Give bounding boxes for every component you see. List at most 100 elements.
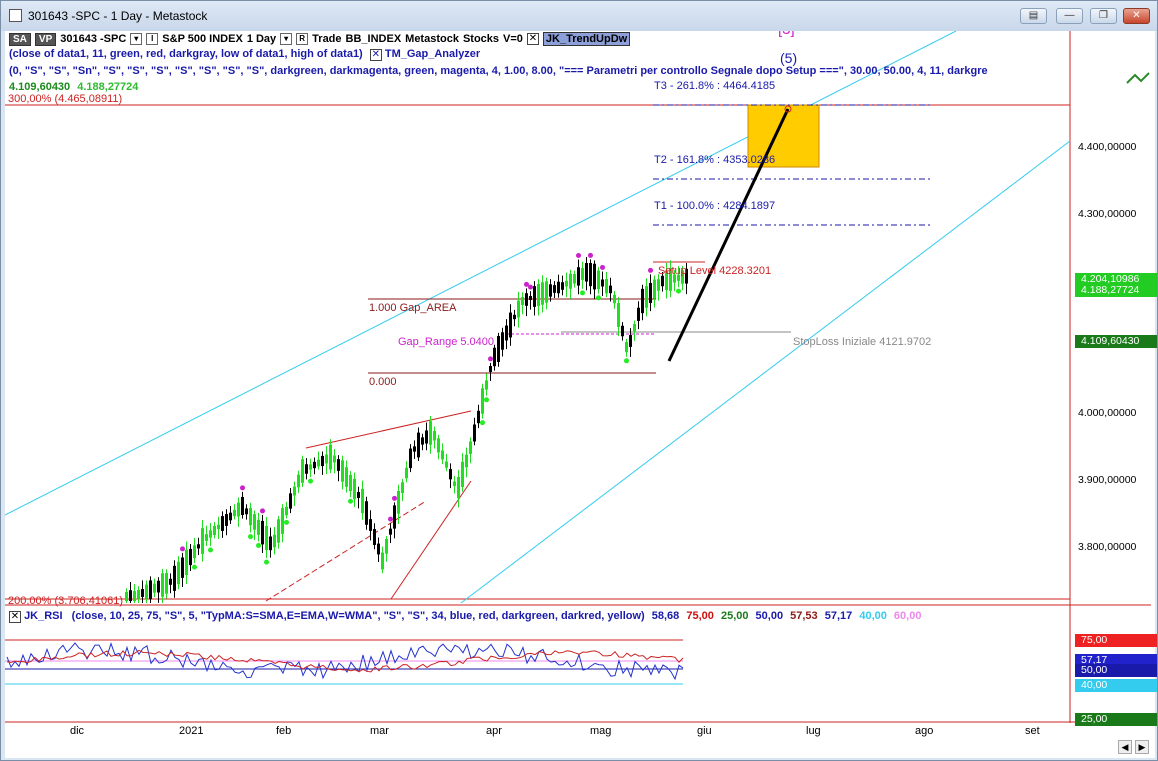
symbol-dropdown[interactable]: ▾ [130, 33, 143, 45]
candle-body [449, 469, 452, 480]
v-label: V=0 [503, 33, 523, 45]
setup-label: Setup Level 4228.3201 [658, 265, 771, 277]
candle-body [577, 267, 580, 286]
scroll-left-button[interactable]: ◀ [1118, 740, 1132, 754]
signal-dot [284, 519, 289, 525]
indicator-tag[interactable]: JK_TrendUpDw [542, 32, 631, 46]
candle-body [641, 288, 644, 314]
chart-options-button[interactable]: ▤ [1020, 8, 1047, 24]
candle-body [365, 501, 368, 525]
candle-body [221, 516, 224, 531]
rsi-label: JK_RSI [24, 610, 63, 622]
rsi-value: 57,17 [824, 610, 853, 622]
date-label: feb [276, 725, 292, 737]
candle-body [565, 280, 568, 287]
rsi-value: 57,53 [790, 610, 818, 622]
restore-button[interactable]: ❐ [1090, 8, 1117, 24]
i-button[interactable]: I [146, 33, 159, 45]
candle-body [213, 525, 216, 536]
candle-body [585, 263, 588, 282]
candle-body [509, 312, 512, 338]
candle-body [429, 421, 432, 445]
candle-body [317, 459, 320, 467]
candle-body [153, 583, 156, 593]
candle-body [597, 270, 600, 290]
rsi-axis-75: 75,00 [1075, 634, 1157, 647]
signal-dot [348, 498, 353, 504]
last-values: 4.109,60430 4.188,27724 [9, 81, 138, 93]
rsi-axis-50: 50,00 [1075, 664, 1157, 677]
axis-tick: 3.900,00000 [1078, 474, 1137, 486]
title-bar: 301643 -SPC - 1 Day - Metastock ▤ — ❐ ✕ [1, 1, 1157, 31]
candle-body [421, 437, 424, 445]
candle-body [305, 464, 308, 474]
minimize-button[interactable]: — [1056, 8, 1083, 24]
gap-analyzer-label: TM_Gap_Analyzer [384, 48, 481, 60]
period-label: 1 Day [246, 33, 277, 45]
candle-body [517, 300, 520, 318]
sa-button[interactable]: SA [9, 32, 31, 46]
candle-body [477, 410, 480, 424]
scroll-right-button[interactable]: ▶ [1135, 740, 1149, 754]
candle-body [325, 454, 328, 464]
candle-body [441, 450, 444, 460]
candle-body [533, 286, 536, 307]
signal-dot [648, 267, 653, 273]
candle-body [285, 506, 288, 516]
candle-body [269, 536, 272, 551]
candle-body [485, 380, 488, 390]
candle-body [197, 544, 200, 549]
candle-body [573, 274, 576, 284]
close-button[interactable]: ✕ [1123, 8, 1150, 24]
pct300-label: 300,00% (4.465,08911) [8, 93, 122, 105]
signal-dot [388, 516, 393, 522]
pct200-label: 200,00% (3.706,41061) [8, 595, 123, 607]
vp-button[interactable]: VP [34, 32, 57, 46]
drawing-tool-icon [1126, 72, 1150, 84]
chart-area[interactable]: [3] (5) T3 - 261.8% : 4464.4185 T2 - 161.8%… [5, 31, 1155, 758]
indicator-remove-checkbox[interactable]: ✕ [526, 33, 539, 45]
candle-body [541, 282, 544, 305]
period-dropdown[interactable]: ▾ [280, 33, 293, 45]
last-low-value: 4.188,27724 [77, 81, 139, 93]
symbol-label: 301643 -SPC [60, 33, 127, 45]
candle-body [185, 549, 188, 575]
date-label: apr [486, 725, 502, 737]
app-icon [9, 9, 22, 22]
candle-body [625, 342, 628, 352]
candle-body [281, 508, 284, 534]
candle-body [337, 459, 340, 471]
signal-dot [676, 288, 681, 294]
candle-body [661, 275, 664, 287]
signal-dot [624, 358, 629, 364]
candle-body [457, 477, 460, 499]
low-price-label: 4.188,27724 [1075, 284, 1157, 297]
candle-body [293, 486, 296, 496]
candle-body [593, 263, 596, 290]
t1-label: T1 - 100.0% : 4284.1897 [654, 200, 775, 212]
wave3-label: [3] [778, 31, 795, 38]
candle-body [525, 293, 528, 306]
stocks-label: Stocks [462, 33, 500, 45]
candle-body [373, 529, 376, 545]
trade-label: Trade [312, 33, 342, 45]
wave5-label: (5) [780, 50, 797, 66]
candle-body [473, 424, 476, 442]
rsi-remove-checkbox[interactable]: ✕ [9, 611, 21, 623]
window-title: 301643 -SPC - 1 Day - Metastock [28, 9, 208, 23]
date-label: dic [70, 725, 85, 737]
rsi-value: 58,68 [651, 610, 680, 622]
r-button[interactable]: R [296, 33, 309, 45]
candle-body [389, 528, 392, 535]
candle-body [653, 279, 656, 299]
signal-dot [600, 264, 605, 270]
candle-body [645, 286, 648, 308]
candle-body [181, 557, 184, 578]
candle-body [437, 438, 440, 453]
rsi-value: 25,00 [720, 610, 749, 622]
signal-dot [208, 547, 213, 553]
candle-body [265, 525, 268, 551]
rsi-axis-40: 40,00 [1075, 679, 1157, 692]
gap-remove-checkbox[interactable]: ✕ [369, 49, 382, 61]
axis-tick: 4.400,00000 [1078, 141, 1137, 153]
